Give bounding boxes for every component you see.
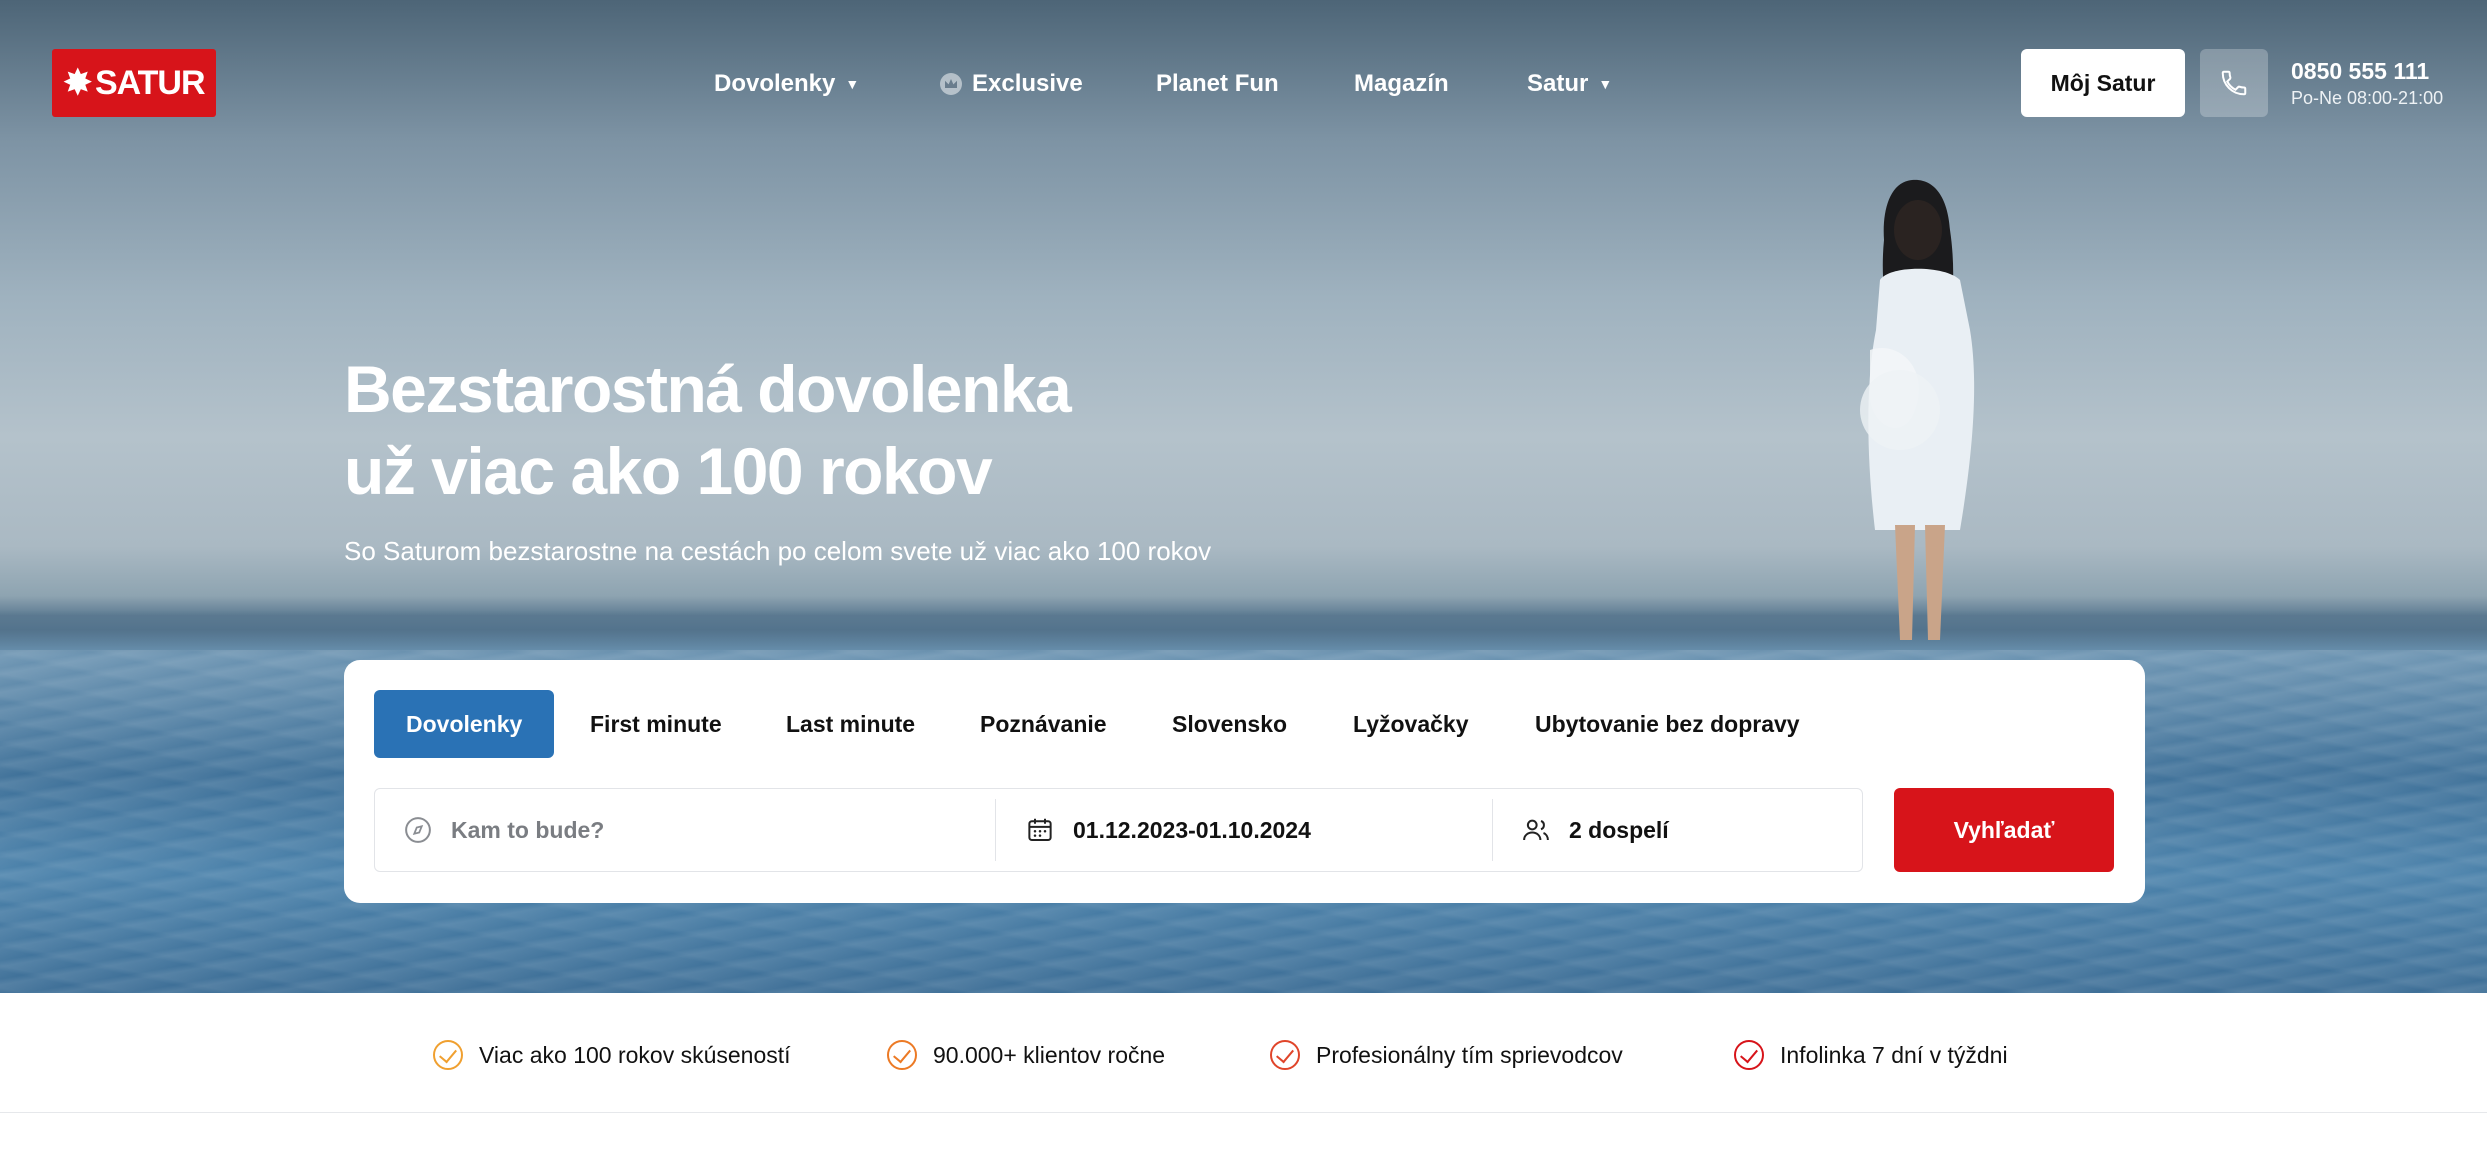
tab-ubytovanie[interactable]: Ubytovanie bez dopravy: [1535, 690, 1800, 758]
satur-logo[interactable]: ✸ SATUR: [52, 49, 216, 117]
tab-last-minute[interactable]: Last minute: [786, 690, 915, 758]
usp-label: Profesionálny tím sprievodcov: [1316, 1041, 1623, 1068]
tab-lyzovacky[interactable]: Lyžovačky: [1353, 690, 1469, 758]
tab-dovolenky[interactable]: Dovolenky: [374, 690, 555, 758]
usp-item: 90.000+ klientov ročne: [887, 1035, 1165, 1075]
phone-icon: [2221, 70, 2247, 96]
usp-item: Infolinka 7 dní v týždni: [1734, 1035, 2008, 1075]
section-divider: [0, 1112, 2487, 1113]
usp-item: Profesionálny tím sprievodcov: [1270, 1035, 1623, 1075]
nav-item-planet-fun[interactable]: Planet Fun: [1156, 62, 1279, 106]
search-button[interactable]: Vyhľadať: [1894, 788, 2114, 872]
logo-text: SATUR: [94, 63, 206, 102]
phone-button[interactable]: [2200, 49, 2268, 117]
hero-subtitle: So Saturom bezstarostne na cestách po ce…: [344, 536, 1212, 566]
usp-item: Viac ako 100 rokov skúseností: [433, 1035, 791, 1075]
nav-item-exclusive[interactable]: Exclusive: [940, 62, 1083, 106]
travellers-value: 2 dospelí: [1569, 816, 1669, 843]
caret-down-icon: ▼: [1598, 76, 1613, 92]
check-circle-icon: [887, 1040, 917, 1070]
hero-image-woman: [1860, 179, 1975, 640]
destination-placeholder: Kam to bude?: [451, 816, 605, 843]
nav-item-label: Satur: [1527, 70, 1589, 97]
nav-item-label: Dovolenky: [714, 70, 836, 97]
hero-title-line2: už viac ako 100 rokov: [344, 434, 993, 508]
tab-poznavanie[interactable]: Poznávanie: [980, 690, 1107, 758]
nav-item-label: Magazín: [1354, 70, 1449, 97]
caret-down-icon: ▼: [845, 76, 860, 92]
nav-item-dovolenky[interactable]: Dovolenky ▼: [714, 62, 859, 106]
field-divider: [1492, 799, 1493, 861]
nav-item-label: Exclusive: [972, 70, 1083, 97]
calendar-icon: [1028, 818, 1052, 841]
date-range-value: 01.12.2023-01.10.2024: [1073, 816, 1311, 843]
nav-item-satur[interactable]: Satur ▼: [1527, 62, 1612, 106]
tab-first-minute[interactable]: First minute: [590, 690, 722, 758]
search-card: Dovolenky First minute Last minute Pozná…: [344, 660, 2145, 903]
sun-star-icon: ✸: [63, 64, 91, 102]
check-circle-icon: [433, 1040, 463, 1070]
usp-label: Infolinka 7 dní v týždni: [1780, 1041, 2008, 1068]
hero-title-line1: Bezstarostná dovolenka: [344, 352, 1072, 426]
nav-item-label: Planet Fun: [1156, 70, 1279, 97]
date-range-field[interactable]: 01.12.2023-01.10.2024: [1025, 789, 1485, 871]
search-fields: Kam to bude? 01.12.2023-01.10.2024 2 dos…: [374, 788, 1863, 872]
check-circle-icon: [1734, 1040, 1764, 1070]
tab-slovensko[interactable]: Slovensko: [1172, 690, 1287, 758]
field-divider: [995, 799, 996, 861]
nav-item-magazin[interactable]: Magazín: [1354, 62, 1449, 106]
sea-horizon: [0, 610, 2487, 650]
phone-number[interactable]: 0850 555 111: [2291, 58, 2429, 85]
usp-label: Viac ako 100 rokov skúseností: [479, 1041, 791, 1068]
my-account-button[interactable]: Môj Satur: [2021, 49, 2185, 117]
people-icon: [1523, 819, 1549, 841]
usp-label: 90.000+ klientov ročne: [933, 1041, 1166, 1068]
hero-title: Bezstarostná dovolenka už viac ako 100 r…: [344, 348, 1072, 512]
check-circle-icon: [1270, 1040, 1300, 1070]
compass-icon: [405, 817, 431, 843]
destination-field[interactable]: Kam to bude?: [403, 789, 983, 871]
crown-icon: [940, 73, 962, 95]
phone-hours: Po-Ne 08:00-21:00: [2291, 88, 2444, 108]
travellers-field[interactable]: 2 dospelí: [1521, 789, 1841, 871]
